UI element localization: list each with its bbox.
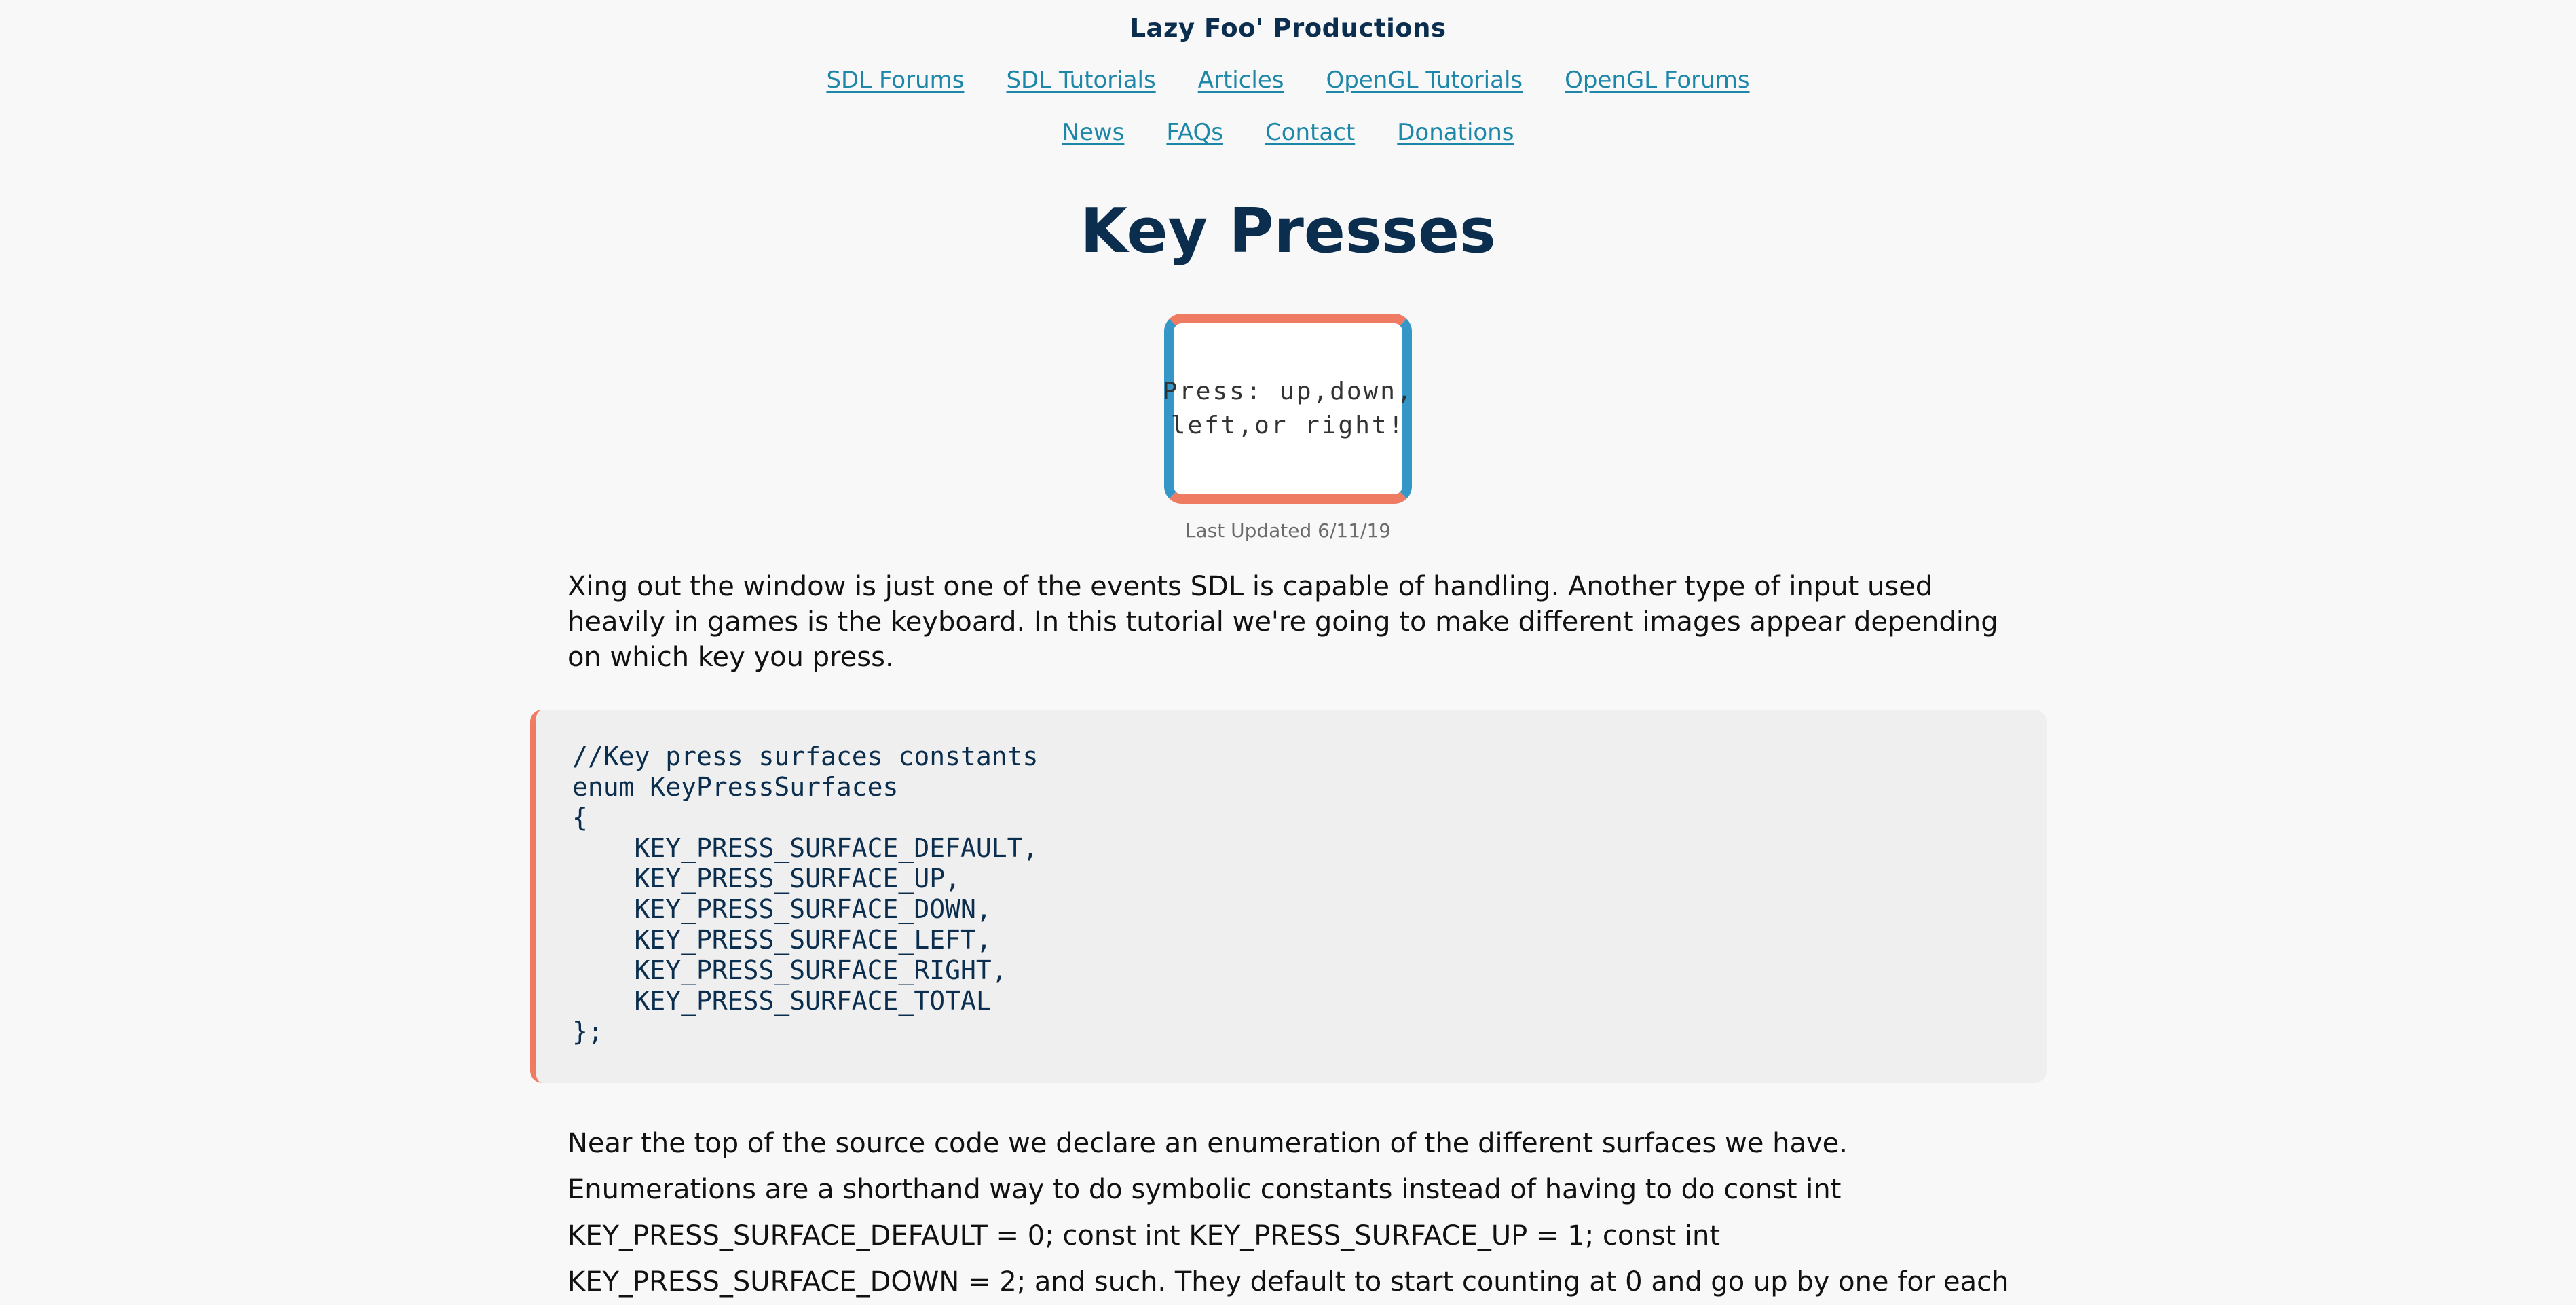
code-line: KEY_PRESS_SURFACE_TOTAL (572, 986, 992, 1016)
code-line: //Key press surfaces constants (572, 741, 1039, 771)
code-block: //Key press surfaces constants enum KeyP… (530, 710, 2047, 1083)
nav-link-articles[interactable]: Articles (1198, 67, 1284, 94)
code-line: KEY_PRESS_SURFACE_LEFT, (572, 925, 992, 955)
preview-caption: Press: up,down, left,or right! (1162, 378, 1414, 439)
tutorial-preview-image: Press: up,down, left,or right! (1162, 314, 1414, 504)
code-line: KEY_PRESS_SURFACE_DEFAULT, (572, 833, 1039, 863)
nav-link-donations[interactable]: Donations (1397, 119, 1514, 146)
code-line: KEY_PRESS_SURFACE_UP, (572, 864, 960, 894)
code-line: enum KeyPressSurfaces (572, 772, 899, 802)
primary-nav: SDL Forums SDL Tutorials Articles OpenGL… (0, 67, 2576, 94)
last-updated-label: Last Updated 6/11/19 (1184, 519, 1392, 542)
code-line: { (572, 803, 588, 832)
site-title[interactable]: Lazy Foo' Productions (0, 14, 2576, 43)
nav-link-opengl-forums[interactable]: OpenGL Forums (1565, 67, 1749, 94)
nav-link-faqs[interactable]: FAQs (1166, 119, 1223, 146)
intro-paragraph: Xing out the window is just one of the e… (567, 571, 1998, 673)
nav-link-sdl-tutorials[interactable]: SDL Tutorials (1006, 67, 1155, 94)
nav-link-opengl-tutorials[interactable]: OpenGL Tutorials (1326, 67, 1523, 94)
page-title: Key Presses (1080, 196, 1496, 267)
nav-link-news[interactable]: News (1062, 119, 1125, 146)
secondary-nav: News FAQs Contact Donations (0, 119, 2576, 146)
nav-link-sdl-forums[interactable]: SDL Forums (826, 67, 964, 94)
explanation-paragraph: Near the top of the source code we decla… (567, 1128, 2009, 1298)
nav-link-contact[interactable]: Contact (1265, 119, 1355, 146)
code-line: }; (572, 1016, 603, 1046)
code-line: KEY_PRESS_SURFACE_RIGHT, (572, 955, 1007, 985)
code-line: KEY_PRESS_SURFACE_DOWN, (572, 894, 992, 924)
